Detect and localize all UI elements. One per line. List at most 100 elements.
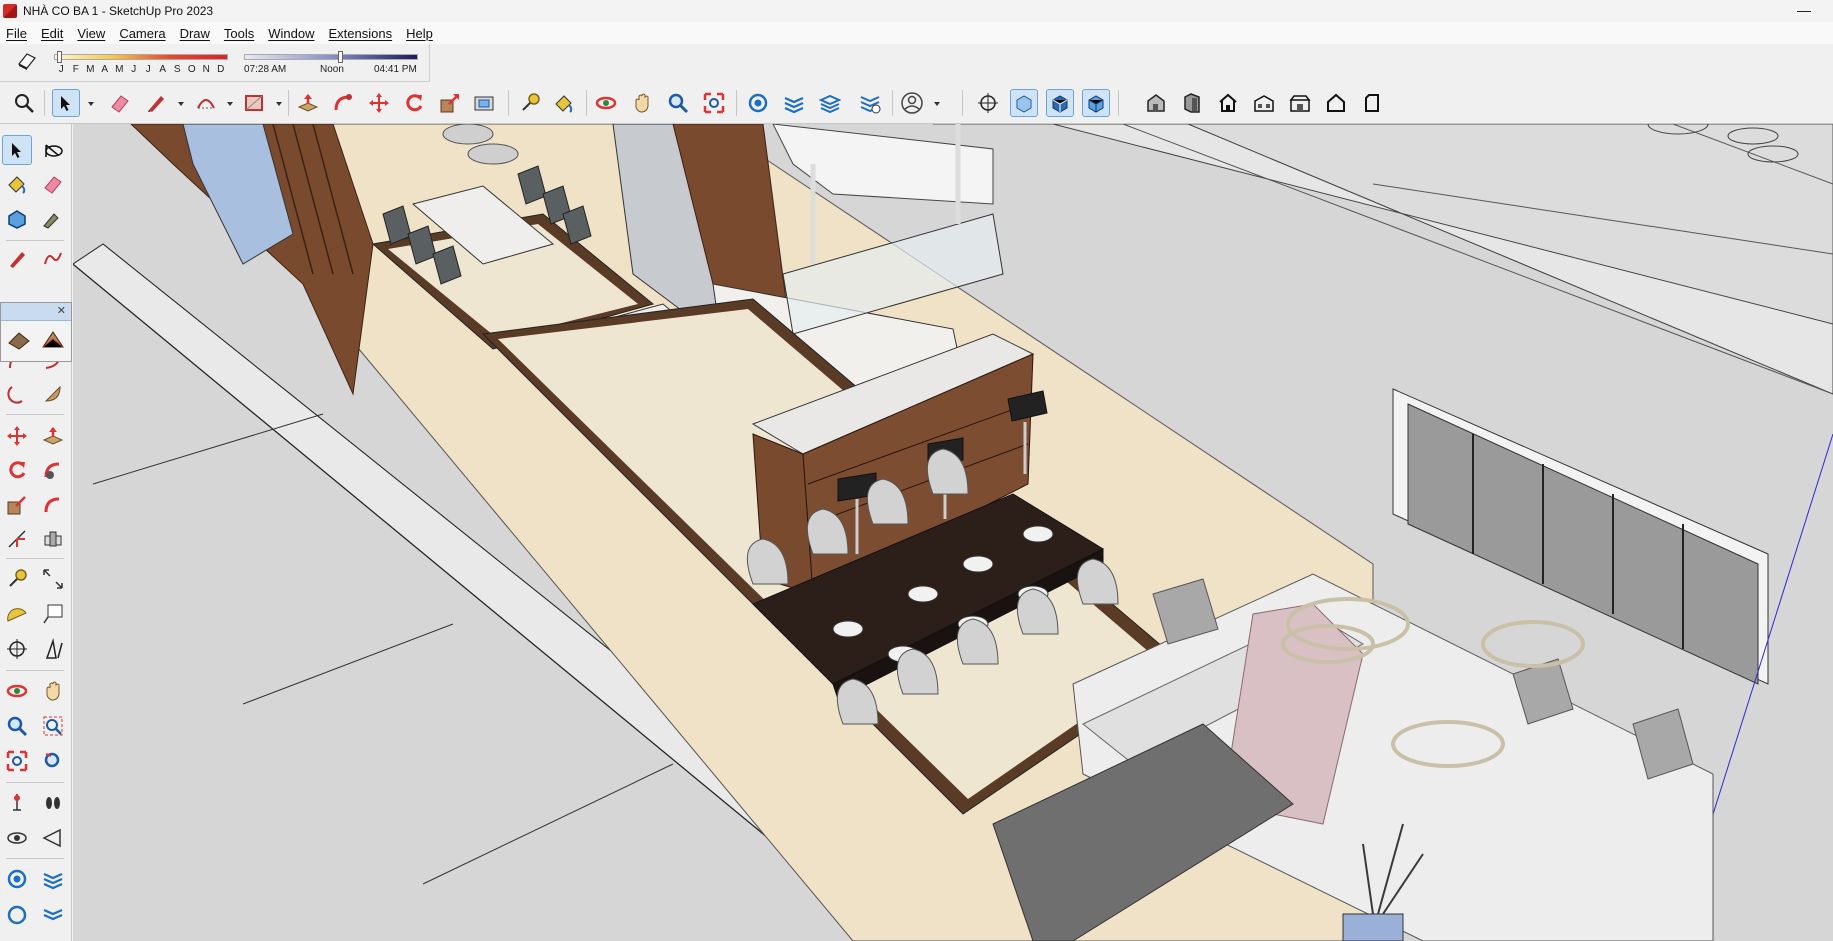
eraser-icon[interactable] [106, 89, 134, 117]
menu-edit[interactable]: Edit [41, 26, 63, 41]
zoom-extents-icon[interactable] [700, 89, 728, 117]
push-pull-icon[interactable] [38, 421, 68, 451]
position-camera-icon[interactable] [2, 746, 32, 776]
axes-icon[interactable] [974, 89, 1002, 117]
arc-dropdown-caret[interactable] [227, 102, 233, 106]
offset-icon[interactable] [470, 89, 498, 117]
scale-icon[interactable] [436, 89, 464, 117]
time-slider-thumb[interactable] [337, 51, 343, 63]
pencil-icon[interactable] [2, 244, 32, 274]
left-view-icon[interactable] [1322, 89, 1350, 117]
menu-extensions[interactable]: Extensions [329, 26, 393, 41]
account-dropdown-caret[interactable] [934, 102, 940, 106]
protractor-icon[interactable] [2, 564, 32, 594]
walk-icon[interactable] [38, 746, 68, 776]
select-icon[interactable] [2, 135, 32, 165]
arc-icon[interactable] [192, 89, 220, 117]
menu-window[interactable]: Window [268, 26, 314, 41]
extra-layers-icon[interactable] [38, 900, 68, 930]
select-arrow-icon[interactable] [52, 89, 80, 117]
time-slider[interactable] [244, 54, 418, 60]
rotate-icon[interactable] [400, 89, 428, 117]
tag-icon[interactable] [38, 204, 68, 234]
look-around-icon[interactable] [2, 788, 32, 818]
offset-icon[interactable] [38, 490, 68, 520]
eraser-icon[interactable] [38, 169, 68, 199]
paint-bucket-icon[interactable] [550, 89, 578, 117]
rotate-icon[interactable] [2, 455, 32, 485]
dimension-icon[interactable] [38, 524, 68, 554]
menu-tools[interactable]: Tools [224, 26, 254, 41]
follow-me-icon[interactable] [329, 89, 357, 117]
pencil-icon[interactable] [142, 89, 170, 117]
move-icon[interactable] [365, 89, 393, 117]
text-icon[interactable] [38, 564, 68, 594]
section-plane-icon[interactable] [780, 89, 808, 117]
tape-measure-icon[interactable] [2, 524, 32, 554]
previous-view-icon[interactable] [38, 711, 68, 741]
menu-file[interactable]: File [6, 26, 27, 41]
polygon-icon[interactable] [38, 379, 68, 409]
model-viewport[interactable] [73, 124, 1833, 941]
paint-bucket-icon[interactable] [2, 169, 32, 199]
menu-draw[interactable]: Draw [180, 26, 210, 41]
solid-tools-icon[interactable] [2, 864, 32, 894]
zoom-window-icon[interactable] [38, 676, 68, 706]
axes-icon[interactable] [2, 599, 32, 629]
close-icon[interactable]: ✕ [57, 304, 66, 317]
xray-icon[interactable] [1010, 89, 1038, 117]
component-icon[interactable] [744, 89, 772, 117]
front-view-icon[interactable] [1178, 89, 1206, 117]
orbit-view-icon[interactable] [2, 634, 32, 664]
3d-text-icon[interactable] [38, 599, 68, 629]
two-point-arc-icon[interactable] [2, 379, 32, 409]
month-label: J [131, 64, 137, 75]
layers-icon[interactable] [816, 89, 844, 117]
zoom-extents-icon[interactable] [2, 711, 32, 741]
top-view-icon[interactable] [1214, 89, 1242, 117]
minimize-button[interactable]: — [1797, 2, 1811, 18]
iso-view-icon[interactable] [1142, 89, 1170, 117]
component-icon[interactable] [2, 204, 32, 234]
select-dropdown-caret[interactable] [88, 102, 94, 106]
extension-icon[interactable] [856, 89, 884, 117]
orbit-icon[interactable] [592, 89, 620, 117]
back-view-icon[interactable] [1286, 89, 1314, 117]
month-slider-thumb[interactable] [57, 51, 63, 63]
search-icon[interactable] [10, 89, 38, 117]
layers-icon[interactable] [38, 823, 68, 853]
push-pull-icon[interactable] [294, 89, 322, 117]
rectangle-icon[interactable] [240, 89, 268, 117]
month-slider[interactable] [54, 54, 228, 60]
pan-view-icon[interactable] [38, 634, 68, 664]
section-fill-icon[interactable] [38, 864, 68, 894]
zoom-icon[interactable] [2, 676, 32, 706]
shadow-settings-icon[interactable] [16, 50, 38, 70]
rectangle-dropdown-caret[interactable] [276, 102, 282, 106]
bottom-view-icon[interactable] [1358, 89, 1386, 117]
floating-toolbar-header[interactable]: ✕ [1, 303, 71, 321]
move-icon[interactable] [2, 421, 32, 451]
pan-icon[interactable] [628, 89, 656, 117]
sandbox-from-contours-icon[interactable] [7, 329, 31, 354]
freehand-icon[interactable] [38, 244, 68, 274]
sandbox-from-scratch-icon[interactable] [41, 329, 65, 354]
menu-bar: File Edit View Camera Draw Tools Window … [0, 22, 1833, 44]
menu-help[interactable]: Help [406, 26, 433, 41]
menu-view[interactable]: View [77, 26, 105, 41]
follow-me-icon[interactable] [38, 455, 68, 485]
orbit-icon[interactable] [38, 135, 68, 165]
scale-icon[interactable] [2, 490, 32, 520]
hidden-line-icon[interactable] [1082, 89, 1110, 117]
warehouse-icon[interactable] [2, 823, 32, 853]
large-tool-set [0, 124, 72, 941]
tape-measure-icon[interactable] [516, 89, 544, 117]
zoom-icon[interactable] [664, 89, 692, 117]
back-edges-icon[interactable] [1046, 89, 1074, 117]
user-account-icon[interactable] [898, 89, 926, 117]
right-view-icon[interactable] [1250, 89, 1278, 117]
section-icon[interactable] [38, 788, 68, 818]
extra-tool-icon[interactable] [2, 900, 32, 930]
menu-camera[interactable]: Camera [119, 26, 165, 41]
pencil-dropdown-caret[interactable] [178, 102, 184, 106]
